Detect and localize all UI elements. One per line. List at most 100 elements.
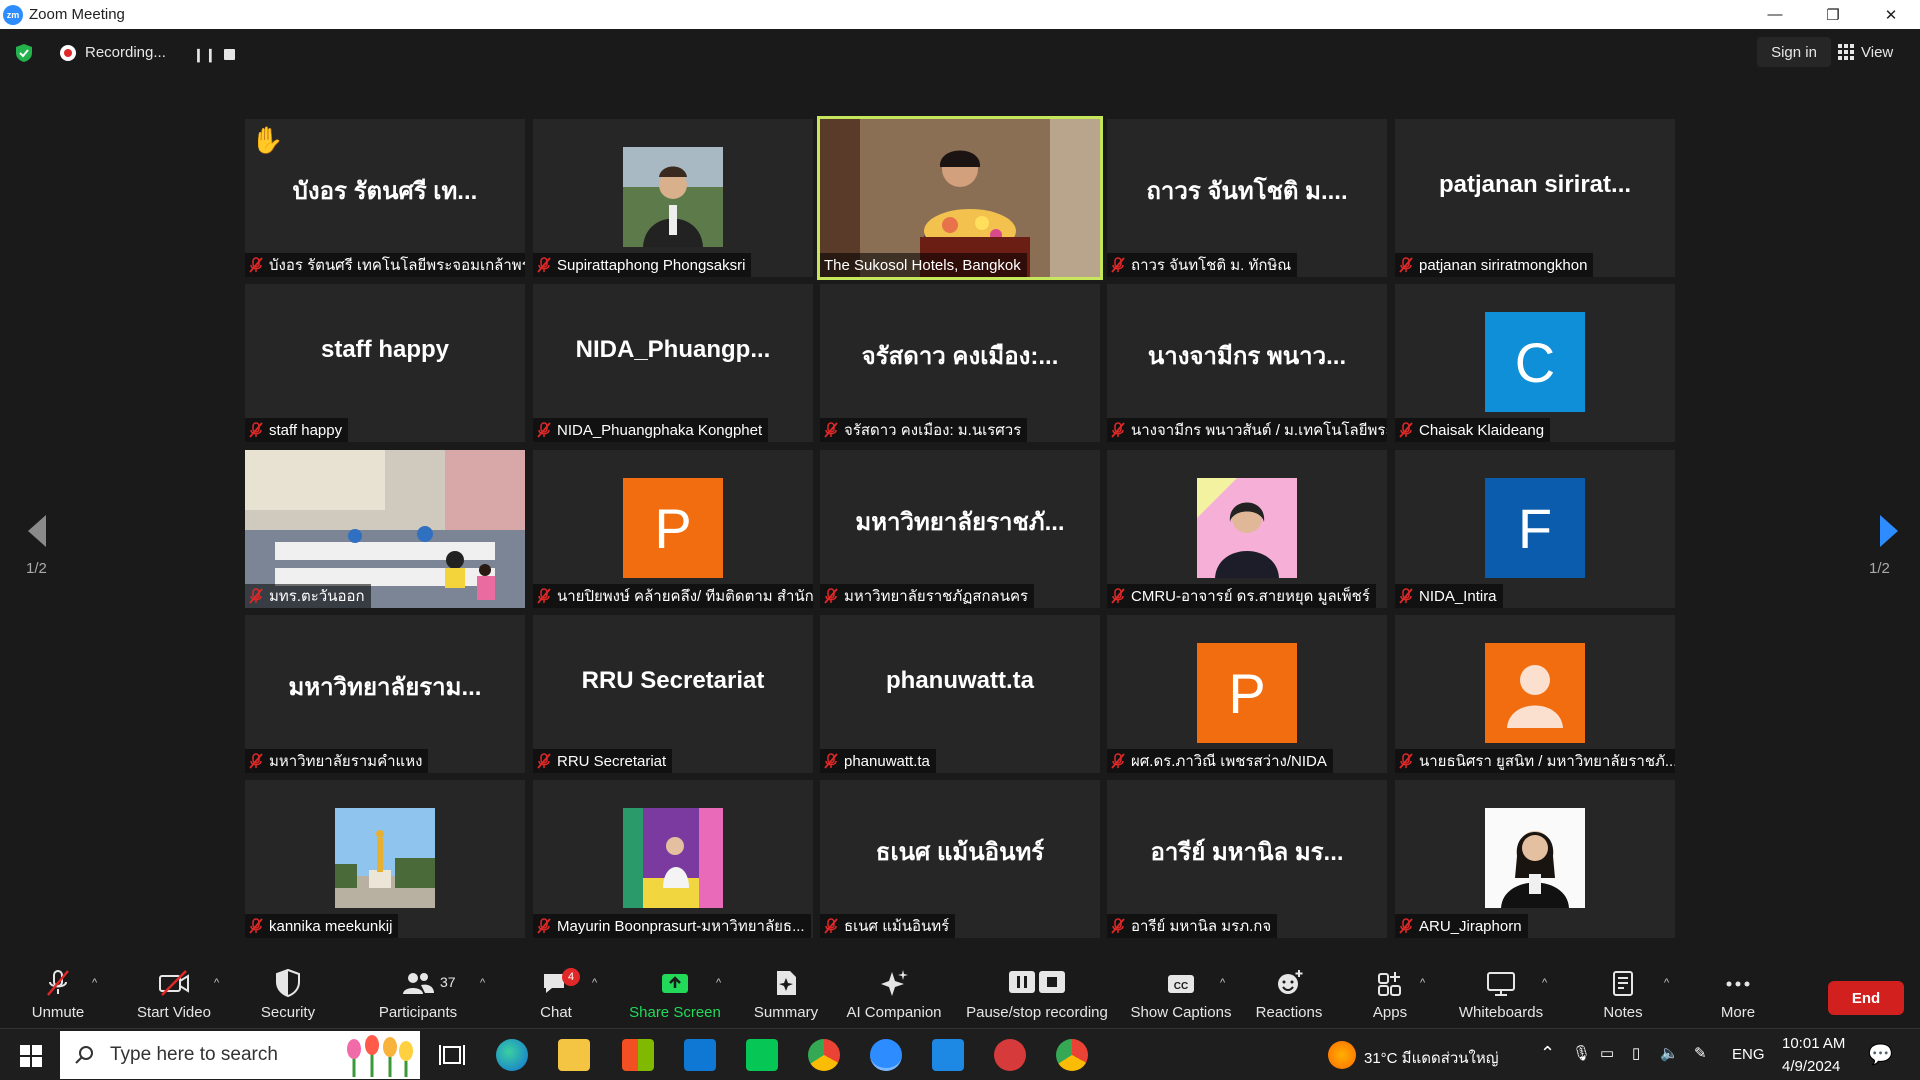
battery-icon[interactable]: ▭ bbox=[1600, 1044, 1614, 1062]
pause-recording-icon[interactable]: ❙❙ bbox=[193, 47, 217, 63]
participant-tile[interactable]: Mayurin Boonprasurt-มหาวิทยาลัยธ... bbox=[533, 780, 813, 938]
chat-caret[interactable]: ^ bbox=[592, 977, 597, 989]
summary-button[interactable]: Summary bbox=[748, 959, 824, 1028]
participant-tile[interactable]: CMRU-อาจารย์ ดร.สายหยุด มูลเพ็ชร์ bbox=[1107, 450, 1387, 608]
participant-tile[interactable]: C Chaisak Klaideang bbox=[1395, 284, 1675, 442]
record-dot-icon bbox=[60, 44, 76, 61]
encryption-shield-icon[interactable] bbox=[14, 43, 34, 63]
pen-icon[interactable]: ✎ bbox=[1694, 1044, 1707, 1062]
participant-tile[interactable]: NIDA_Phuangp... NIDA_Phuangphaka Kongphet bbox=[533, 284, 813, 442]
windows-taskbar: Type here to search 31°C มีแดดส่วนใหญ่ ⌃… bbox=[0, 1028, 1920, 1080]
restore-button[interactable]: ❐ bbox=[1804, 0, 1862, 29]
zoom-taskbar-icon[interactable] bbox=[870, 1039, 902, 1071]
participant-display-name: บังอร รัตนศรี เท... bbox=[292, 178, 478, 205]
participant-tile[interactable]: F NIDA_Intira bbox=[1395, 450, 1675, 608]
participants-button[interactable]: Participants bbox=[372, 959, 464, 1028]
participant-tile[interactable]: phanuwatt.ta phanuwatt.ta bbox=[820, 615, 1100, 773]
share-caret[interactable]: ^ bbox=[716, 977, 721, 989]
video-options-caret[interactable]: ^ bbox=[214, 977, 219, 989]
network-icon[interactable]: ▯ bbox=[1632, 1044, 1640, 1062]
participant-display-name: อารีย์ มหานิล มร... bbox=[1150, 839, 1344, 866]
show-captions-button[interactable]: CC Show Captions bbox=[1126, 959, 1236, 1028]
participant-tile[interactable]: อารีย์ มหานิล มร... อารีย์ มหานิล มรภ.กจ bbox=[1107, 780, 1387, 938]
participants-caret[interactable]: ^ bbox=[480, 977, 485, 989]
participant-name-label: CMRU-อาจารย์ ดร.สายหยุด มูลเพ็ชร์ bbox=[1107, 584, 1376, 608]
participant-tile[interactable]: ถาวร จันทโชติ ม.... ถาวร จันทโชติ ม. ทักษ… bbox=[1107, 119, 1387, 277]
microsoft-store-icon[interactable] bbox=[622, 1039, 654, 1071]
participant-name-label: มหาวิทยาลัยรามคำแหง bbox=[245, 749, 429, 773]
participant-name-label: ถาวร จันทโชติ ม. ทักษิณ bbox=[1107, 253, 1298, 277]
line-app-icon[interactable] bbox=[746, 1039, 778, 1071]
mail-icon[interactable] bbox=[684, 1039, 716, 1071]
clock-date[interactable]: 4/9/2024 bbox=[1782, 1058, 1840, 1075]
participant-tile[interactable]: patjanan sirirat... patjanan siriratmongk… bbox=[1395, 119, 1675, 277]
view-button[interactable]: View bbox=[1838, 37, 1906, 67]
chrome-profile-icon[interactable] bbox=[1056, 1039, 1088, 1071]
participant-tile[interactable]: RRU Secretariat RRU Secretariat bbox=[533, 615, 813, 773]
clock-time[interactable]: 10:01 AM bbox=[1782, 1035, 1845, 1052]
tray-overflow-chevron-icon[interactable]: ⌃ bbox=[1540, 1043, 1555, 1064]
participant-tile[interactable]: นางจามีกร พนาว... นางจามีกร พนาวสันต์ / ม… bbox=[1107, 284, 1387, 442]
muted-mic-icon bbox=[1399, 753, 1413, 769]
participant-tile[interactable]: kannika meekunkij bbox=[245, 780, 525, 938]
notes-button[interactable]: Notes bbox=[1598, 959, 1648, 1028]
chrome-icon[interactable] bbox=[808, 1039, 840, 1071]
file-explorer-icon[interactable] bbox=[558, 1039, 590, 1071]
reactions-button[interactable]: Reactions bbox=[1254, 959, 1324, 1028]
participant-tile[interactable]: มหาวิทยาลัยราม... มหาวิทยาลัยรามคำแหง bbox=[245, 615, 525, 773]
task-view-icon[interactable] bbox=[436, 1039, 468, 1071]
photos-app-icon[interactable] bbox=[932, 1039, 964, 1071]
whiteboard-icon bbox=[1487, 972, 1515, 996]
ai-companion-button[interactable]: AI Companion bbox=[842, 959, 946, 1028]
volume-icon[interactable]: 🔈 bbox=[1660, 1044, 1679, 1062]
participant-tile[interactable]: Supirattaphong Phongsaksri bbox=[533, 119, 813, 277]
participant-tile[interactable]: ✋ บังอร รัตนศรี เท... บังอร รัตนศรี เทคโนโ… bbox=[245, 119, 525, 277]
end-meeting-button[interactable]: End bbox=[1828, 981, 1904, 1015]
minimize-button[interactable]: — bbox=[1746, 0, 1804, 29]
participant-tile[interactable]: P ผศ.ดร.ภาวิณี เพชรสว่าง/NIDA bbox=[1107, 615, 1387, 773]
audio-options-caret[interactable]: ^ bbox=[92, 977, 97, 989]
participant-name: phanuwatt.ta bbox=[844, 752, 930, 770]
security-button[interactable]: Security bbox=[253, 959, 323, 1028]
previous-page-arrow-icon[interactable] bbox=[18, 509, 58, 553]
participant-tile[interactable]: จรัสดาว คงเมือง:... จรัสดาว คงเมือง: ม.นเ… bbox=[820, 284, 1100, 442]
whiteboards-caret[interactable]: ^ bbox=[1542, 977, 1547, 989]
apps-button[interactable]: Apps bbox=[1366, 959, 1414, 1028]
language-indicator[interactable]: ENG bbox=[1732, 1046, 1765, 1063]
unmute-button[interactable]: Unmute bbox=[22, 959, 94, 1028]
participant-tile[interactable]: นายธนิศรา ยูสนิท / มหาวิทยาลัยราชภั... bbox=[1395, 615, 1675, 773]
close-button[interactable]: ✕ bbox=[1862, 0, 1920, 29]
captions-caret[interactable]: ^ bbox=[1220, 977, 1225, 989]
next-page-arrow-icon[interactable] bbox=[1868, 509, 1908, 553]
participant-tile[interactable]: ธเนศ แม้นอินทร์ ธเนศ แม้นอินทร์ bbox=[820, 780, 1100, 938]
participant-display-name: NIDA_Phuangp... bbox=[575, 336, 771, 363]
muted-mic-icon bbox=[1111, 753, 1125, 769]
share-screen-button[interactable]: Share Screen bbox=[626, 959, 724, 1028]
notes-caret[interactable]: ^ bbox=[1664, 977, 1669, 989]
participant-tile[interactable]: P นายปิยพงษ์ คล้ายคลึง/ ทีมติดตาม สำนัก..… bbox=[533, 450, 813, 608]
participant-tile[interactable]: มทร.ตะวันออก bbox=[245, 450, 525, 608]
participant-tile[interactable]: ARU_Jiraphorn bbox=[1395, 780, 1675, 938]
participant-tile[interactable]: มหาวิทยาลัยราชภั... มหาวิทยาลัยราชภัฏสกลน… bbox=[820, 450, 1100, 608]
participant-tile[interactable]: staff happy staff happy bbox=[245, 284, 525, 442]
notifications-icon[interactable]: 💬 bbox=[1868, 1042, 1893, 1067]
apps-caret[interactable]: ^ bbox=[1420, 977, 1425, 989]
pause-stop-recording-button[interactable]: Pause/stop recording bbox=[962, 959, 1112, 1028]
snipping-tool-icon[interactable] bbox=[994, 1039, 1026, 1071]
edge-browser-icon[interactable] bbox=[496, 1039, 528, 1071]
weather-sun-icon[interactable] bbox=[1328, 1041, 1356, 1069]
whiteboards-button[interactable]: Whiteboards bbox=[1454, 959, 1548, 1028]
participant-name-label: patjanan siriratmongkhon bbox=[1395, 253, 1594, 277]
muted-mic-icon bbox=[824, 918, 838, 934]
participant-tile[interactable]: The Sukosol Hotels, Bangkok bbox=[817, 116, 1103, 280]
windows-start-icon[interactable] bbox=[20, 1045, 42, 1067]
microphone-tray-icon[interactable]: 🎙 bbox=[1572, 1044, 1591, 1062]
start-video-button[interactable]: Start Video bbox=[130, 959, 218, 1028]
taskbar-search-input[interactable]: Type here to search bbox=[60, 1031, 420, 1079]
sign-in-button[interactable]: Sign in bbox=[1757, 37, 1831, 67]
muted-mic-icon bbox=[824, 753, 838, 769]
stop-recording-icon[interactable] bbox=[224, 49, 235, 60]
avatar-letter: C bbox=[1485, 312, 1585, 412]
weather-text[interactable]: 31°C มีแดดส่วนใหญ่ bbox=[1364, 1046, 1499, 1070]
more-button[interactable]: More bbox=[1714, 959, 1762, 1028]
